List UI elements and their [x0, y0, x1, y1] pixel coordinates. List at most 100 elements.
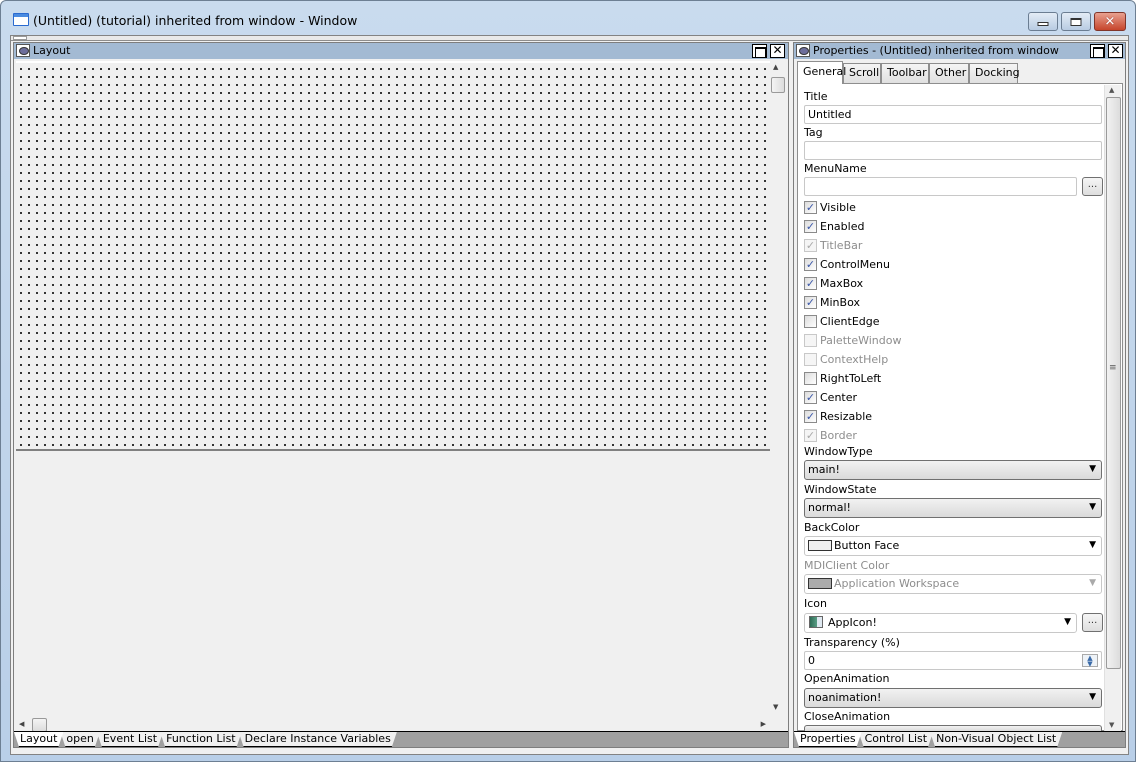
- tab-toolbar[interactable]: Toolbar: [881, 63, 929, 83]
- title-input[interactable]: Untitled: [804, 105, 1102, 124]
- scroll-up-icon[interactable]: ▲: [1109, 86, 1114, 94]
- scroll-up-icon[interactable]: ▲: [773, 63, 778, 71]
- pane-maximize-button[interactable]: [1090, 44, 1105, 58]
- checkbox-label: Resizable: [820, 410, 873, 423]
- checkbox-label: ContextHelp: [820, 353, 889, 366]
- openanimation-value: noanimation!: [808, 691, 882, 704]
- properties-scroll-thumb[interactable]: [1106, 97, 1121, 669]
- chevron-down-icon: ▼: [1089, 578, 1096, 588]
- icon-dropdown[interactable]: AppIcon! ▼: [804, 613, 1077, 633]
- openanimation-dropdown[interactable]: noanimation! ▼: [804, 688, 1102, 708]
- checkmark-icon: ✓: [804, 429, 817, 442]
- properties-pane-header[interactable]: Properties - (Untitled) inherited from w…: [794, 43, 1125, 59]
- mdiclient-color-value: Application Workspace: [834, 577, 960, 590]
- tab-other[interactable]: Other: [929, 63, 969, 83]
- tab-control-list[interactable]: Control List: [859, 732, 934, 747]
- pane-close-button[interactable]: ✕: [770, 44, 785, 58]
- checkbox-label: TitleBar: [820, 239, 863, 252]
- title-bar[interactable]: (Untitled) (tutorial) inherited from win…: [1, 1, 1135, 35]
- windowstate-dropdown[interactable]: normal! ▼: [804, 498, 1102, 518]
- mdiclient-color-label: MDIClient Color: [804, 559, 890, 572]
- icon-browse-button[interactable]: ...: [1082, 613, 1103, 632]
- checkbox-box: [804, 334, 817, 347]
- menuname-input[interactable]: [804, 177, 1077, 196]
- properties-vertical-scrollbar[interactable]: ▲ ≡ ▼: [1104, 85, 1121, 731]
- scroll-right-icon[interactable]: ▶: [761, 720, 766, 728]
- tab-docking[interactable]: Docking: [969, 63, 1020, 83]
- windowtype-dropdown[interactable]: main! ▼: [804, 460, 1102, 480]
- checkmark-icon[interactable]: ✓: [804, 296, 817, 309]
- checkbox-label: Visible: [820, 201, 856, 214]
- layout-bottom-tabs: Layout open Event List Function List Dec…: [14, 731, 788, 747]
- mdiclient-color-dropdown: Application Workspace ▼: [804, 574, 1102, 594]
- icon-value: AppIcon!: [828, 616, 877, 629]
- checkmark-icon[interactable]: ✓: [804, 220, 817, 233]
- icon-label: Icon: [804, 597, 827, 610]
- tab-general[interactable]: General: [797, 61, 846, 84]
- window-title: (Untitled) (tutorial) inherited from win…: [33, 13, 358, 28]
- minimize-button[interactable]: [1028, 12, 1058, 31]
- tab-declare-instance-variables[interactable]: Declare Instance Variables: [239, 732, 397, 747]
- tab-non-visual-object-list[interactable]: Non-Visual Object List: [930, 732, 1062, 747]
- windowtype-label: WindowType: [804, 445, 873, 458]
- mdiclient-swatch: [808, 577, 832, 589]
- close-button[interactable]: ✕: [1094, 12, 1126, 31]
- properties-bottom-tabs: Properties Control List Non-Visual Objec…: [794, 731, 1125, 747]
- checkbox-label: Enabled: [820, 220, 865, 233]
- layout-pane-header[interactable]: Layout ✕: [14, 43, 788, 59]
- checkbox-box[interactable]: [804, 372, 817, 385]
- scroll-down-icon[interactable]: ▼: [773, 703, 778, 711]
- backcolor-dropdown[interactable]: Button Face ▼: [804, 536, 1102, 556]
- tab-event-list[interactable]: Event List: [97, 732, 163, 747]
- windowstate-value: normal!: [808, 501, 851, 514]
- scroll-left-icon[interactable]: ◀: [19, 720, 24, 728]
- checkbox-label: MinBox: [820, 296, 860, 309]
- maximize-button[interactable]: [1061, 12, 1091, 31]
- tab-layout[interactable]: Layout: [14, 732, 63, 747]
- transparency-label: Transparency (%): [804, 636, 900, 649]
- checkbox-label: PaletteWindow: [820, 334, 902, 347]
- window-design-canvas[interactable]: [16, 61, 770, 449]
- transparency-value: 0: [808, 654, 815, 667]
- openanimation-label: OpenAnimation: [804, 672, 890, 685]
- windowstate-label: WindowState: [804, 483, 877, 496]
- checkbox-box[interactable]: [804, 315, 817, 328]
- properties-pane: Properties - (Untitled) inherited from w…: [793, 42, 1126, 748]
- chevron-down-icon: ▼: [1064, 617, 1071, 627]
- scroll-down-icon[interactable]: ▼: [1109, 721, 1114, 729]
- canvas-resize-edge[interactable]: [16, 449, 770, 451]
- window-icon: [13, 13, 29, 26]
- tab-function-list[interactable]: Function List: [160, 732, 242, 747]
- checkmark-icon[interactable]: ✓: [804, 201, 817, 214]
- checkmark-icon[interactable]: ✓: [804, 391, 817, 404]
- backcolor-label: BackColor: [804, 521, 860, 534]
- maximize-icon: [1070, 17, 1082, 26]
- transparency-input[interactable]: 0 ▲ ▼: [804, 651, 1102, 670]
- tab-scroll[interactable]: Scroll: [843, 63, 881, 83]
- general-properties-page: Title Untitled Tag MenuName ... ✓ Visible…: [797, 83, 1123, 731]
- checkmark-icon[interactable]: ✓: [804, 277, 817, 290]
- tab-properties[interactable]: Properties: [794, 732, 862, 747]
- checkbox-box: [804, 353, 817, 366]
- backcolor-value: Button Face: [834, 539, 900, 552]
- tag-input[interactable]: [804, 141, 1102, 160]
- pane-close-button[interactable]: ✕: [1108, 44, 1123, 58]
- tab-open[interactable]: open: [60, 732, 99, 747]
- vertical-scroll-thumb[interactable]: [771, 77, 785, 93]
- toolbar-handle[interactable]: [13, 36, 27, 40]
- windowtype-value: main!: [808, 463, 840, 476]
- menuname-label: MenuName: [804, 162, 867, 175]
- checkmark-icon[interactable]: ✓: [804, 410, 817, 423]
- pane-maximize-button[interactable]: [752, 44, 767, 58]
- properties-pane-title: Properties - (Untitled) inherited from w…: [813, 44, 1059, 57]
- checkmark-icon[interactable]: ✓: [804, 258, 817, 271]
- menuname-browse-button[interactable]: ...: [1082, 177, 1103, 196]
- checkbox-label: ClientEdge: [820, 315, 880, 328]
- layout-vertical-scrollbar[interactable]: ▲ ▼: [770, 61, 786, 715]
- chevron-down-icon: ▼: [1089, 464, 1096, 474]
- app-icon-preview: [809, 616, 823, 628]
- spin-arrows-icon[interactable]: ▲ ▼: [1082, 654, 1098, 668]
- layout-pane: Layout ✕ ▲ ▼ ◀ ▶ Layout open Event List …: [13, 42, 789, 748]
- horizontal-scroll-thumb[interactable]: [32, 718, 47, 732]
- chevron-down-icon: ▼: [1089, 502, 1096, 512]
